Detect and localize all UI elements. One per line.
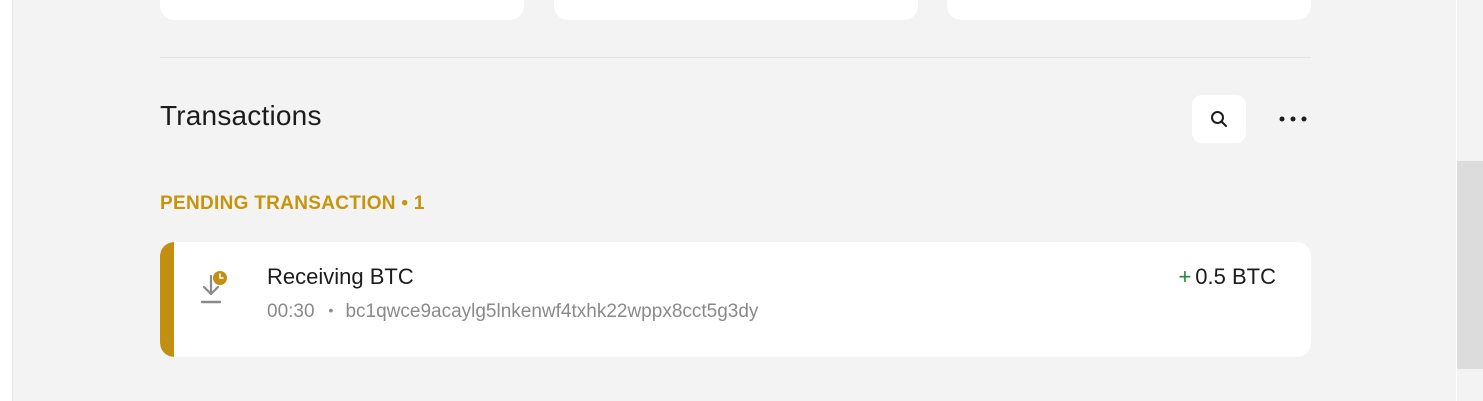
search-button[interactable] (1192, 95, 1246, 143)
pending-transactions-label: PENDING TRANSACTION • 1 (160, 193, 425, 214)
main-content: Transactions PENDING TRANSACTION • 1 Rec… (12, 0, 1456, 401)
scrollbar-thumb[interactable] (1457, 161, 1483, 369)
amount-sign: + (1178, 264, 1192, 289)
transaction-amount: +0.5 BTC (1178, 264, 1276, 290)
transaction-time: 00:30 (267, 301, 315, 322)
more-options-button[interactable] (1271, 104, 1315, 134)
section-title: Transactions (160, 100, 322, 131)
summary-card-1[interactable] (160, 0, 524, 20)
section-divider (160, 57, 1311, 58)
summary-card-2[interactable] (554, 0, 918, 20)
amount-value: 0.5 BTC (1195, 264, 1276, 289)
transaction-title: Receiving BTC (267, 264, 414, 289)
receive-pending-icon (200, 271, 227, 304)
summary-card-3[interactable] (947, 0, 1311, 20)
transaction-row[interactable]: Receiving BTC 00:30 • bc1qwce9acaylg5lnken… (160, 242, 1311, 357)
search-icon (1211, 111, 1227, 127)
meta-separator: • (328, 302, 334, 318)
pending-status-bar (160, 242, 174, 357)
transaction-address: bc1qwce9acaylg5lnkenwf4txhk22wppx8cct5g3… (345, 301, 759, 322)
transaction-meta: 00:30 • bc1qwce9acaylg5lnkenwf4txhk22wppx8… (267, 301, 758, 323)
more-horizontal-icon (1279, 116, 1307, 122)
